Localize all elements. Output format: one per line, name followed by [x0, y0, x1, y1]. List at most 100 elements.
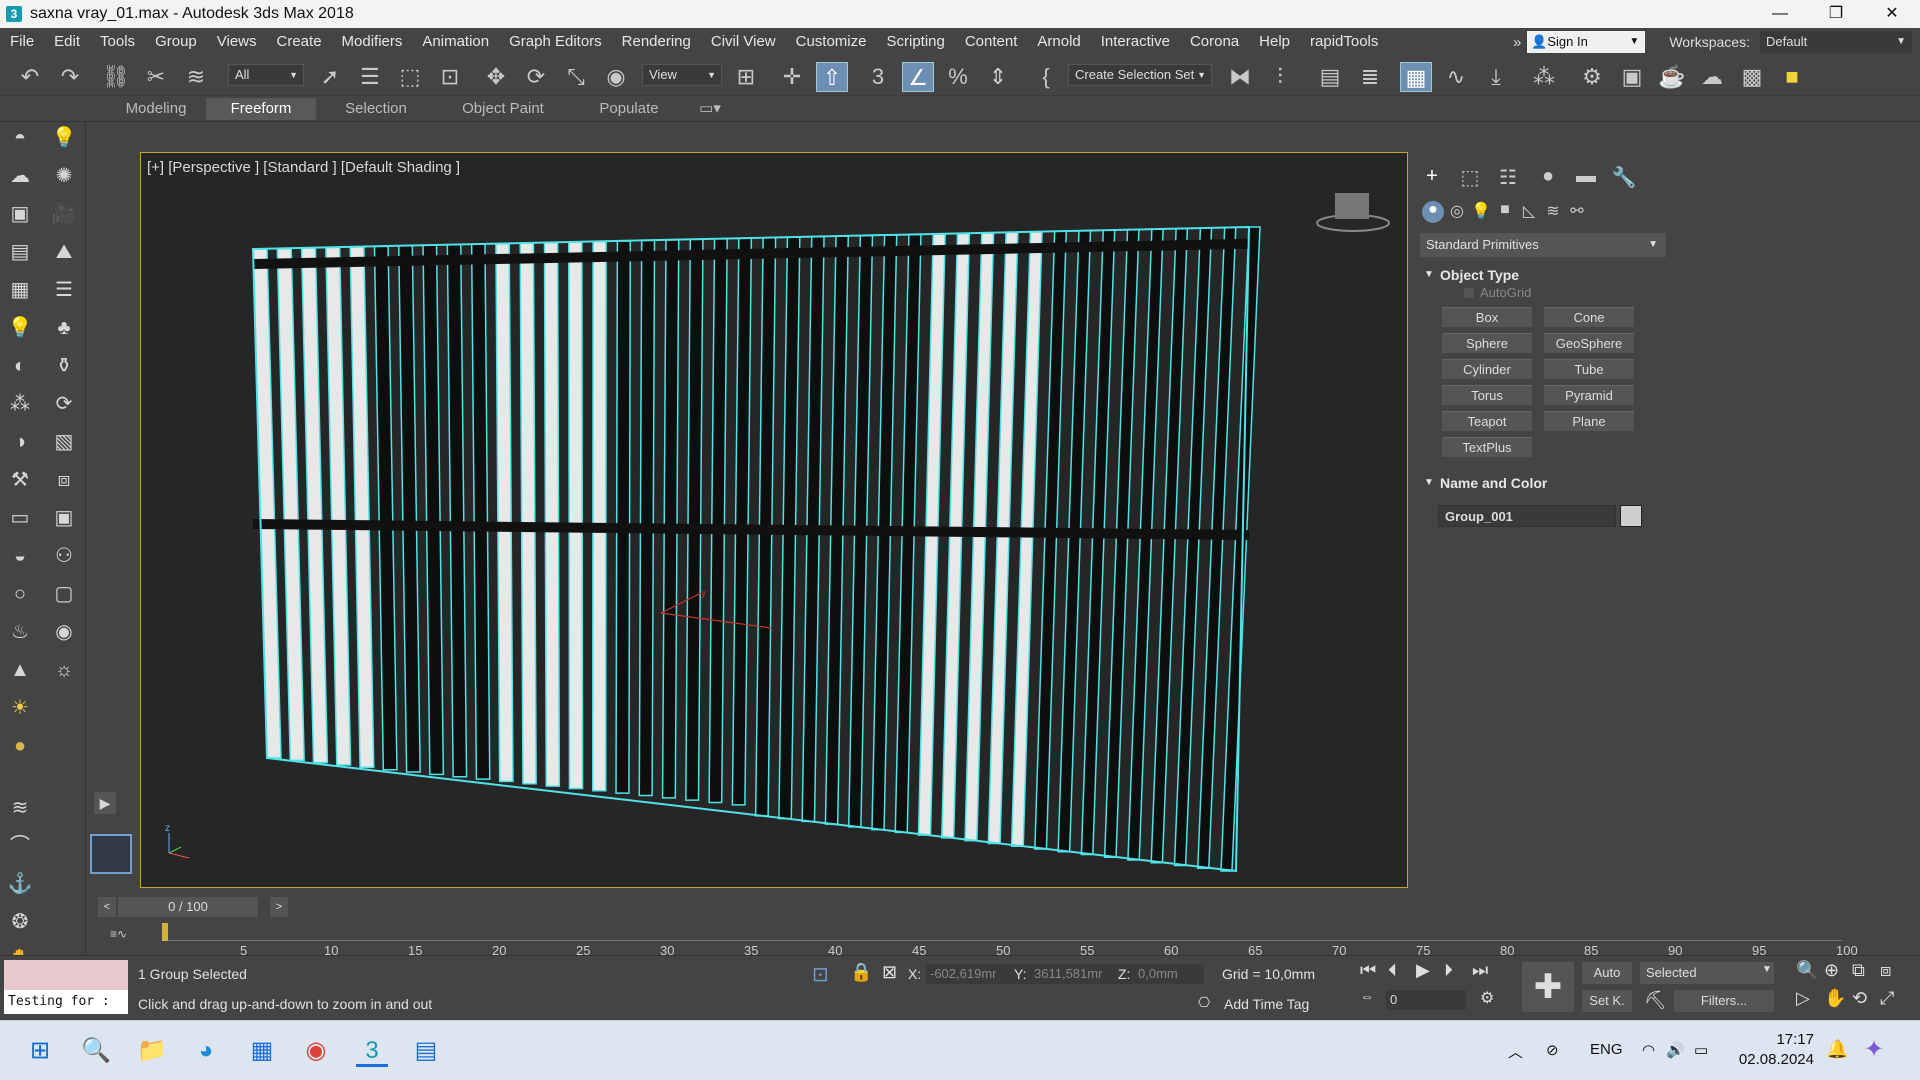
pivot-center-icon[interactable]: ⊞ [730, 62, 762, 92]
radiator-group[interactable] [251, 225, 1261, 873]
zoom-extents-all-icon[interactable]: ⧈ [1880, 960, 1891, 981]
category-dropdown[interactable]: Standard Primitives [1420, 233, 1666, 257]
sun-icon[interactable]: ☀ [6, 694, 34, 722]
create-tab-icon[interactable]: + [1418, 165, 1446, 189]
bind-space-warp-icon[interactable]: ≋ [180, 62, 212, 92]
restore-icon[interactable]: ❐ [1808, 0, 1864, 28]
systems-icon[interactable]: ⚯ [1566, 201, 1588, 223]
object-type-rollout[interactable]: Object Type [1420, 263, 1666, 287]
store-icon[interactable]: ▦ [246, 1035, 278, 1067]
absolute-mode-icon[interactable]: ⊠ [882, 962, 897, 983]
zoom-extents-icon[interactable]: ⧉ [1852, 960, 1865, 981]
cone-light-icon[interactable]: ▲ [6, 656, 34, 684]
radiator-tube[interactable] [615, 240, 632, 794]
add-time-tag[interactable]: Add Time Tag [1224, 996, 1309, 1012]
menu-arnold[interactable]: Arnold [1027, 28, 1090, 56]
ribbon-options-icon[interactable]: ▭▾ [694, 98, 726, 120]
tab-selection[interactable]: Selection [330, 98, 422, 120]
app-icon[interactable]: 3 [6, 6, 22, 22]
notifications-icon[interactable]: 🔔 [1826, 1039, 1848, 1060]
bottle-icon[interactable]: ⚱ [50, 352, 78, 380]
lights-icon[interactable]: 💡 [1470, 201, 1492, 223]
spacewarp-icon[interactable]: ⛰ [50, 238, 78, 266]
cylinder-button[interactable]: Cylinder [1442, 359, 1532, 379]
tab-freeform[interactable]: Freeform [206, 98, 316, 120]
undo-icon[interactable]: ↶ [14, 62, 46, 92]
radiator-tube[interactable] [987, 231, 1019, 845]
tab-object-paint[interactable]: Object Paint [446, 98, 560, 120]
mini-curve-icon[interactable]: ≡∿ [110, 927, 127, 941]
prev-frame-arrow[interactable]: < [98, 897, 116, 917]
play-icon[interactable]: ▶ [1416, 960, 1430, 981]
3dsmax-taskbar-icon[interactable]: 3 [356, 1035, 388, 1067]
toolbox-icon[interactable]: ⚒ [6, 466, 34, 494]
create-shapes-icon[interactable]: ☁ [6, 162, 34, 190]
go-to-start-icon[interactable]: ⏮ [1360, 960, 1376, 981]
menu-corona[interactable]: Corona [1180, 28, 1249, 56]
motion-tab-icon[interactable]: ● [1534, 165, 1562, 189]
radiator-tube[interactable] [543, 241, 561, 787]
material-icon[interactable]: ◐ [6, 352, 34, 380]
utilities-tab-icon[interactable]: 🔧 [1610, 165, 1638, 189]
sign-in-dropdown[interactable]: 👤 Sign In [1527, 31, 1646, 53]
curve-editor-icon[interactable]: ∿ [1440, 62, 1472, 92]
zoom-all-icon[interactable]: ⊕ [1824, 960, 1839, 981]
maxscript-listener-mini[interactable] [4, 960, 128, 990]
teapot-button[interactable]: Teapot [1442, 411, 1532, 431]
space-warps-icon[interactable]: ≋ [1542, 201, 1564, 223]
eye-icon[interactable]: ◉ [50, 618, 78, 646]
hierarchy-tab-icon[interactable]: ☷ [1494, 165, 1522, 189]
autogrid-checkbox[interactable]: AutoGrid [1464, 285, 1531, 300]
radiator-tube[interactable] [446, 243, 468, 778]
language-indicator[interactable]: ENG [1590, 1041, 1623, 1058]
toggle-scene-explorer-icon[interactable]: ▤ [1314, 62, 1346, 92]
maximize-viewport-icon[interactable]: ⤢ [1880, 988, 1894, 1009]
previous-frame-icon[interactable]: ⏴ [1388, 960, 1397, 981]
expand-arrow-icon[interactable]: ▶ [94, 792, 116, 814]
unlink-icon[interactable]: ✂ [140, 62, 172, 92]
menu-help[interactable]: Help [1249, 28, 1300, 56]
selection-lock-icon[interactable]: 🔒 [850, 962, 872, 983]
reference-coordinate-dropdown[interactable]: View [642, 64, 722, 86]
radiator-tube[interactable] [731, 237, 753, 806]
network-off-icon[interactable]: ⊘ [1546, 1041, 1559, 1059]
edge-icon[interactable]: ◕ [190, 1035, 222, 1067]
default-in-out-tangent-icon[interactable]: ✚ [1522, 962, 1574, 1012]
mirror-icon[interactable]: ⧓ [1224, 62, 1256, 92]
radiator-tube[interactable] [300, 247, 329, 764]
layer-manager-icon[interactable]: ▤ [6, 238, 34, 266]
radiator-tube[interactable] [252, 248, 282, 759]
menu-civil-view[interactable]: Civil View [701, 28, 786, 56]
render-setup-icon[interactable]: ⚙ [1576, 62, 1608, 92]
angle-snap-icon[interactable]: ∠ [902, 62, 934, 92]
radiator-tube[interactable] [638, 239, 656, 797]
zoom-icon[interactable]: 🔍 [1796, 960, 1818, 981]
viewcube-icon[interactable] [1335, 193, 1369, 219]
battery-icon[interactable]: ▭ [1694, 1041, 1708, 1059]
list-icon[interactable]: ☰ [50, 276, 78, 304]
snaps-toggle-icon[interactable]: 3 [862, 62, 894, 92]
material-editor-icon[interactable]: ⁂ [1528, 62, 1560, 92]
filters-button[interactable]: Filters... [1674, 990, 1774, 1012]
bowl-icon[interactable]: ♨ [6, 618, 34, 646]
minimize-icon[interactable]: — [1752, 0, 1808, 28]
selection-filter-dropdown[interactable]: All [228, 64, 304, 86]
start-icon[interactable]: ⊞ [24, 1035, 56, 1067]
window-crossing-icon[interactable]: ⊡ [434, 62, 466, 92]
tube-button[interactable]: Tube [1544, 359, 1634, 379]
radiator-tube[interactable] [422, 244, 445, 776]
scale-icon[interactable]: ⤡ [560, 62, 592, 92]
menu-rapidtools[interactable]: rapidTools [1300, 28, 1388, 56]
create-light-icon[interactable]: 💡 [50, 124, 78, 152]
scene-list-icon[interactable]: ▦ [6, 276, 34, 304]
move-icon[interactable]: ✥ [480, 62, 512, 92]
spinner-snap-icon[interactable]: ⇕ [982, 62, 1014, 92]
radiator-tube[interactable] [325, 246, 352, 766]
clock-time[interactable]: 17:17 [1748, 1031, 1814, 1048]
cameras-icon[interactable]: ■ [1494, 201, 1516, 223]
rect-selection-icon[interactable]: ⬚ [394, 62, 426, 92]
circle-tool-icon[interactable]: ○ [6, 580, 34, 608]
clock-date[interactable]: 02.08.2024 [1738, 1051, 1814, 1068]
menu-modifiers[interactable]: Modifiers [332, 28, 413, 56]
radiator-tube[interactable] [592, 240, 607, 792]
